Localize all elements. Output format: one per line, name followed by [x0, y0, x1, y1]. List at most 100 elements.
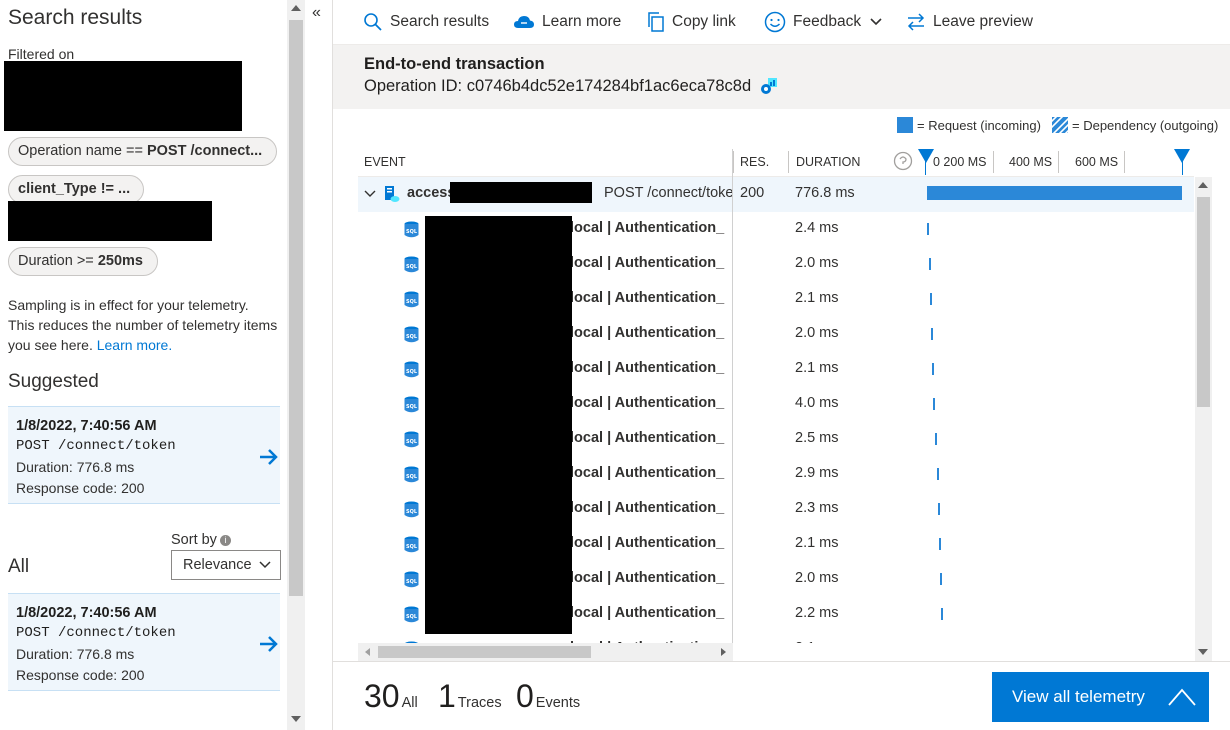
column-divider	[732, 149, 733, 661]
timeline-tick: 600 MS	[1075, 155, 1119, 169]
leave-preview-button[interactable]: Leave preview	[906, 11, 1033, 33]
view-all-telemetry-button[interactable]: View all telemetry	[992, 672, 1209, 722]
event-name: local | Authentication_	[570, 535, 725, 551]
chevron-up-icon	[1168, 688, 1196, 706]
timeline-bar[interactable]	[939, 538, 941, 550]
svg-text:SQL: SQL	[406, 404, 418, 410]
search-results-button[interactable]: Search results	[363, 11, 489, 33]
event-duration: 2.4 ms	[795, 220, 839, 236]
column-separator[interactable]	[788, 151, 789, 173]
arrow-right-icon[interactable]	[258, 634, 280, 654]
all-heading: All	[8, 556, 30, 577]
traces-count: 1 Traces	[438, 678, 502, 714]
smiley-icon	[764, 11, 786, 33]
chevron-down-icon[interactable]	[364, 189, 376, 199]
scrollbar-thumb[interactable]	[378, 646, 591, 658]
left-scrollbar[interactable]	[287, 0, 305, 730]
column-separator[interactable]	[733, 151, 734, 173]
result-card[interactable]: 1/8/2022, 7:40:56 AM POST /connect/token…	[8, 406, 280, 504]
svg-text:SQL: SQL	[406, 614, 418, 620]
sort-by-dropdown[interactable]: Relevance	[171, 550, 281, 580]
svg-text:SQL: SQL	[406, 544, 418, 550]
timeline-bar[interactable]	[935, 433, 937, 445]
timeline-bar[interactable]	[938, 503, 940, 515]
timeline-bar[interactable]	[940, 573, 942, 585]
event-duration: 776.8 ms	[795, 185, 855, 201]
sql-database-icon: SQL	[404, 431, 419, 448]
all-count: 30 All	[364, 678, 418, 714]
scroll-down-arrow[interactable]	[291, 716, 301, 722]
event-duration: 4.0 ms	[795, 395, 839, 411]
sql-database-icon: SQL	[404, 466, 419, 483]
svg-text:SQL: SQL	[406, 334, 418, 340]
learn-more-button[interactable]: Learn more	[513, 11, 621, 33]
analytics-icon[interactable]	[759, 76, 779, 96]
timeline-end-marker[interactable]	[1182, 149, 1183, 175]
sort-by-label: Sort by i	[171, 532, 231, 548]
scroll-up-arrow[interactable]	[1198, 182, 1208, 188]
filter-pill-duration[interactable]: Duration >= 250ms	[8, 247, 158, 276]
timeline-bar[interactable]	[933, 398, 935, 410]
scrollbar-thumb[interactable]	[289, 20, 303, 596]
sql-database-icon: SQL	[404, 326, 419, 343]
timeline-start-handle-icon[interactable]	[918, 149, 934, 163]
filtered-on-label: Filtered on	[8, 46, 75, 62]
grid-horizontal-scrollbar[interactable]	[358, 643, 733, 661]
timeline-bar[interactable]	[929, 258, 931, 270]
copy-link-button[interactable]: Copy link	[647, 11, 736, 33]
scrollbar-thumb[interactable]	[1197, 197, 1210, 407]
timeline-bar[interactable]	[937, 468, 939, 480]
svg-text:SQL: SQL	[406, 229, 418, 235]
result-duration: Duration: 776.8 ms	[16, 459, 135, 475]
filter-pill-client-type[interactable]: client_Type != ...	[8, 175, 144, 204]
telemetry-footer: 30 All 1 Traces 0 Events View all telemetry	[333, 661, 1230, 730]
timeline-bar[interactable]	[941, 608, 943, 620]
learn-more-link[interactable]: Learn more.	[97, 337, 172, 353]
timeline-bar[interactable]	[927, 223, 929, 235]
event-duration: 2.0 ms	[795, 325, 839, 341]
grid-vertical-scrollbar[interactable]	[1195, 177, 1212, 661]
event-duration: 2.1 ms	[795, 360, 839, 376]
tick-line	[1124, 151, 1125, 173]
sql-database-icon: SQL	[404, 361, 419, 378]
sql-database-icon: SQL	[404, 256, 419, 273]
result-time: 1/8/2022, 7:40:56 AM	[16, 605, 157, 621]
timeline-bar[interactable]	[930, 293, 932, 305]
event-name: local | Authentication_	[570, 290, 725, 306]
tick-line	[1058, 151, 1059, 173]
search-results-pane: Search results Filtered on Operation nam…	[0, 0, 287, 730]
timeline-bar[interactable]	[932, 363, 934, 375]
scroll-up-arrow[interactable]	[291, 5, 301, 11]
scroll-left-arrow[interactable]	[365, 648, 370, 656]
info-icon[interactable]: i	[219, 535, 231, 546]
column-duration[interactable]: DURATION	[796, 155, 860, 169]
result-card[interactable]: 1/8/2022, 7:40:56 AM POST /connect/token…	[8, 593, 280, 691]
app-service-icon	[385, 186, 400, 202]
event-duration: 2.1 ms	[795, 290, 839, 306]
operation-id: Operation ID: c0746b4dc52e174284bf1ac6ec…	[364, 76, 779, 96]
redacted-block	[8, 201, 212, 241]
event-operation: POST /connect/toke	[604, 185, 732, 201]
svg-text:SQL: SQL	[406, 474, 418, 480]
svg-text:SQL: SQL	[406, 264, 418, 270]
collapse-pane-button[interactable]: «	[312, 4, 321, 22]
arrow-right-icon[interactable]	[258, 447, 280, 467]
column-event[interactable]: EVENT	[364, 155, 406, 169]
feedback-button[interactable]: Feedback	[764, 11, 883, 33]
reset-zoom-icon[interactable]	[893, 151, 913, 171]
scroll-right-arrow[interactable]	[721, 648, 726, 656]
redacted-block	[450, 182, 592, 203]
event-name: local | Authentication_	[570, 430, 725, 446]
sql-database-icon: SQL	[404, 396, 419, 413]
scroll-down-arrow[interactable]	[1198, 649, 1208, 655]
timeline-bar[interactable]	[927, 186, 1182, 200]
dependency-swatch	[1052, 117, 1068, 133]
table-row[interactable]: access POST /connect/toke 200 776.8 ms	[358, 177, 1194, 212]
timeline-bar[interactable]	[931, 328, 933, 340]
filter-pill-operation-name[interactable]: Operation name == POST /connect...	[8, 137, 277, 166]
grid-header: EVENT RES. DURATION 0 200 MS 400 MS 600 …	[358, 149, 1194, 177]
pane-title: Search results	[8, 6, 143, 29]
sampling-notice: Sampling is in effect for your telemetry…	[8, 297, 278, 353]
sql-database-icon: SQL	[404, 536, 419, 553]
column-res[interactable]: RES.	[740, 155, 769, 169]
